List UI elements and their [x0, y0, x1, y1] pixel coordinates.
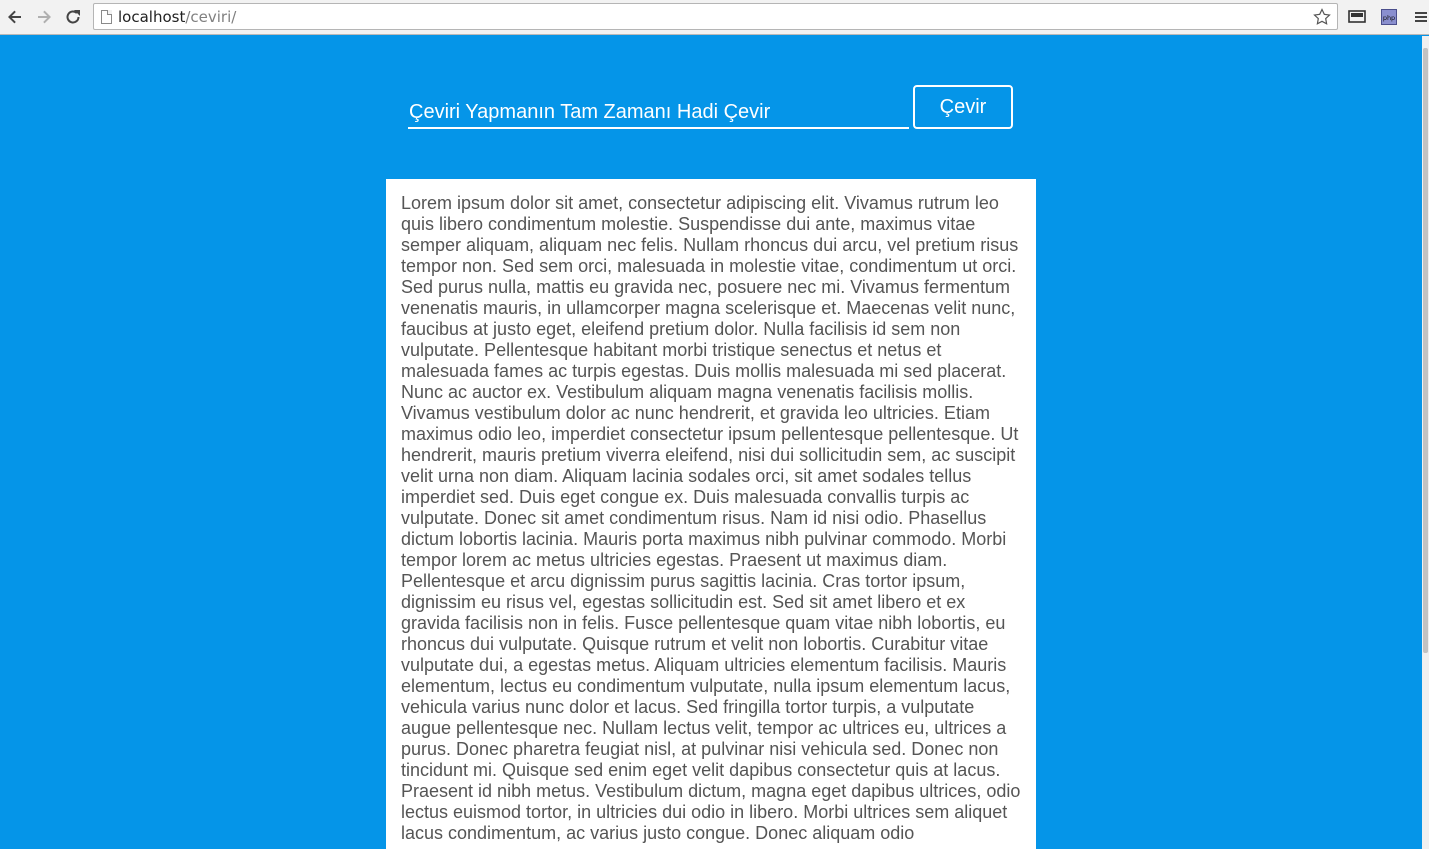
translate-button[interactable]: Çevir — [913, 85, 1013, 129]
reload-icon[interactable] — [61, 5, 85, 29]
php-extension-icon[interactable]: php — [1379, 7, 1399, 27]
url-host: localhost — [118, 8, 186, 26]
forward-arrow-icon[interactable] — [32, 5, 56, 29]
cast-icon[interactable] — [1347, 7, 1367, 27]
result-panel: Lorem ipsum dolor sit amet, consectetur … — [386, 179, 1036, 849]
browser-toolbar: localhost/ceviri/ php — [0, 0, 1429, 35]
bookmark-star-icon[interactable] — [1311, 6, 1333, 28]
back-arrow-icon[interactable] — [3, 5, 27, 29]
translate-form: Çevir — [408, 85, 1014, 129]
url-text: localhost/ceviri/ — [118, 7, 236, 27]
url-path: /ceviri/ — [185, 8, 237, 26]
menu-icon[interactable] — [1411, 7, 1429, 27]
translate-input[interactable] — [408, 85, 909, 129]
page-content: Çevir Lorem ipsum dolor sit amet, consec… — [0, 36, 1422, 849]
address-bar[interactable]: localhost/ceviri/ — [93, 3, 1338, 30]
page-icon — [101, 10, 112, 24]
svg-text:php: php — [1383, 14, 1395, 22]
result-text: Lorem ipsum dolor sit amet, consectetur … — [401, 193, 1021, 843]
page-scrollbar[interactable] — [1422, 36, 1429, 849]
scrollbar-thumb[interactable] — [1423, 48, 1428, 653]
